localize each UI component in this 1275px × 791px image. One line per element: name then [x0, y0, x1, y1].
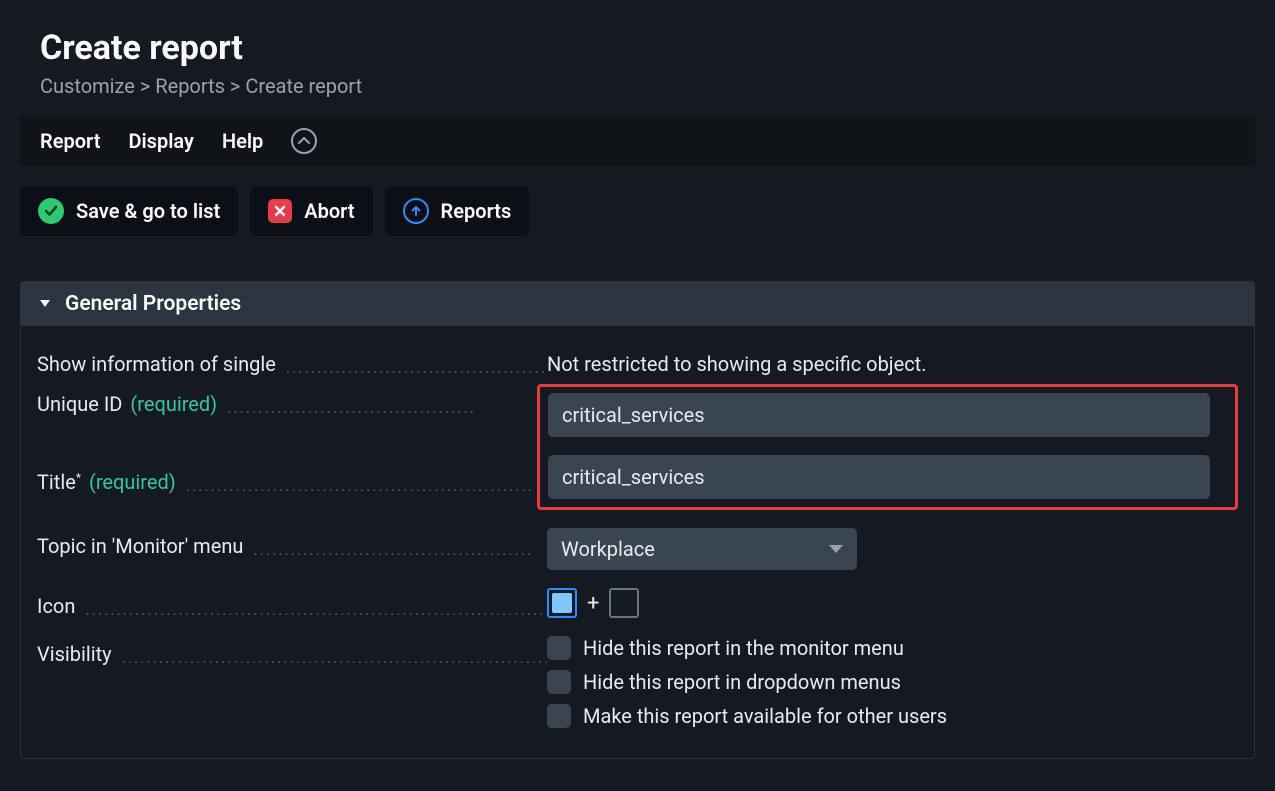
close-icon: [268, 199, 292, 223]
dots-filler: ........................................…: [186, 476, 547, 494]
caret-down-icon: [829, 545, 843, 553]
topic-label: Topic in 'Monitor' menu: [37, 534, 243, 558]
title-label: Title*: [37, 470, 81, 494]
check-icon: [38, 198, 64, 224]
breadcrumb: Customize > Reports > Create report: [40, 74, 1255, 98]
visibility-label: Visibility: [37, 642, 112, 666]
icon-swatch-selected[interactable]: [547, 588, 577, 618]
icon-swatch-empty[interactable]: [609, 588, 639, 618]
checkbox[interactable]: [547, 704, 571, 728]
caret-down-icon: [39, 299, 51, 309]
unique-id-required: (required): [130, 392, 217, 416]
checkbox-label: Hide this report in the monitor menu: [583, 636, 904, 660]
dots-filler: ........................................…: [286, 358, 547, 376]
dots-filler: ........................................…: [253, 540, 547, 558]
abort-button[interactable]: Abort: [250, 186, 372, 236]
menu-help[interactable]: Help: [222, 129, 263, 153]
arrow-up-icon: [403, 198, 429, 224]
unique-id-label: Unique ID: [37, 392, 122, 416]
topic-select[interactable]: Workplace: [547, 528, 857, 570]
title-field[interactable]: [548, 455, 1210, 499]
title-required: (required): [89, 470, 176, 494]
chevron-up-icon: [298, 137, 310, 145]
menu-report[interactable]: Report: [40, 129, 100, 153]
reports-button-label: Reports: [441, 199, 512, 223]
menu-display[interactable]: Display: [128, 129, 193, 153]
save-button-label: Save & go to list: [76, 199, 220, 223]
visibility-option-hide-monitor[interactable]: Hide this report in the monitor menu: [547, 636, 1238, 660]
show-info-value: Not restricted to showing a specific obj…: [547, 346, 1238, 376]
checkbox-label: Make this report available for other use…: [583, 704, 947, 728]
dots-filler: ........................................: [227, 398, 547, 416]
unique-id-field[interactable]: [548, 393, 1210, 437]
panel-title: General Properties: [65, 292, 241, 316]
abort-button-label: Abort: [304, 199, 354, 223]
checkbox[interactable]: [547, 636, 571, 660]
swatch-color: [552, 593, 572, 613]
checkbox[interactable]: [547, 670, 571, 694]
page-title: Create report: [40, 28, 1255, 68]
dots-filler: ........................................…: [85, 600, 547, 618]
menubar: Report Display Help: [20, 116, 1255, 166]
panel-header[interactable]: General Properties: [21, 282, 1254, 326]
highlight-box: [537, 384, 1238, 510]
show-info-label: Show information of single: [37, 352, 276, 376]
general-properties-panel: General Properties Show information of s…: [20, 281, 1255, 759]
checkbox-label: Hide this report in dropdown menus: [583, 670, 901, 694]
dots-filler: ........................................…: [122, 648, 547, 666]
collapse-menubar-button[interactable]: [291, 128, 317, 154]
plus-icon: +: [587, 591, 599, 616]
save-button[interactable]: Save & go to list: [20, 186, 238, 236]
visibility-option-make-available[interactable]: Make this report available for other use…: [547, 704, 1238, 728]
icon-label: Icon: [37, 594, 75, 618]
topic-select-value: Workplace: [561, 537, 655, 561]
action-buttons: Save & go to list Abort Reports: [20, 186, 1255, 236]
visibility-option-hide-dropdown[interactable]: Hide this report in dropdown menus: [547, 670, 1238, 694]
reports-button[interactable]: Reports: [385, 186, 530, 236]
